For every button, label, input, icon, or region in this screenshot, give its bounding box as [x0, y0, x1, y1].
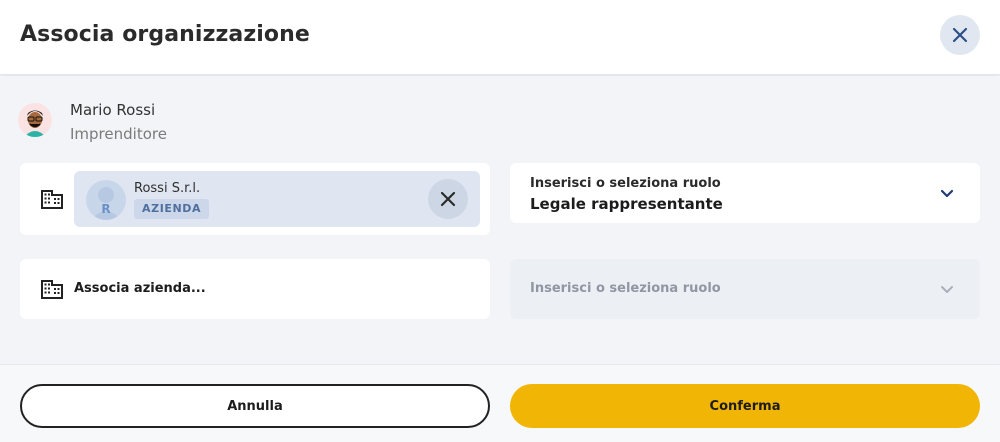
building-icon [41, 190, 63, 209]
role-select-label: Inserisci o seleziona ruolo [530, 176, 721, 191]
dialog-footer: Annulla Conferma [0, 364, 1000, 442]
role-select-disabled: Inserisci o seleziona ruolo [510, 259, 980, 319]
remove-icon [440, 191, 456, 207]
associate-company-label: Associa azienda... [74, 281, 206, 296]
role-select[interactable]: Inserisci o seleziona ruolo Legale rappr… [510, 163, 980, 223]
role-select-value: Legale rappresentante [530, 195, 723, 213]
chevron-down-icon [940, 189, 954, 198]
dialog-body: Mario Rossi Imprenditore R Rossi S.r.l. … [0, 76, 1000, 364]
organization-card: R Rossi S.r.l. AZIENDA [20, 163, 490, 235]
building-icon [41, 280, 63, 299]
organization-initial: R [101, 202, 111, 216]
user-name: Mario Rossi [70, 101, 156, 119]
role-select-placeholder: Inserisci o seleziona ruolo [530, 281, 721, 296]
organization-type-badge: AZIENDA [134, 199, 210, 219]
confirm-button[interactable]: Conferma [510, 384, 980, 428]
remove-organization-button[interactable] [428, 179, 468, 219]
close-button[interactable] [940, 15, 980, 55]
dialog-title: Associa organizzazione [20, 22, 310, 47]
associate-company-card[interactable]: Associa azienda... [20, 259, 490, 319]
person-avatar-icon [18, 103, 52, 137]
cancel-button[interactable]: Annulla [20, 384, 490, 428]
organization-chip: R Rossi S.r.l. AZIENDA [74, 171, 480, 227]
organization-name: Rossi S.r.l. [134, 181, 201, 196]
dialog-header: Associa organizzazione [0, 0, 1000, 75]
close-icon [952, 27, 968, 43]
user-role: Imprenditore [70, 125, 167, 143]
organization-avatar: R [86, 180, 126, 220]
chevron-down-icon [941, 286, 953, 293]
